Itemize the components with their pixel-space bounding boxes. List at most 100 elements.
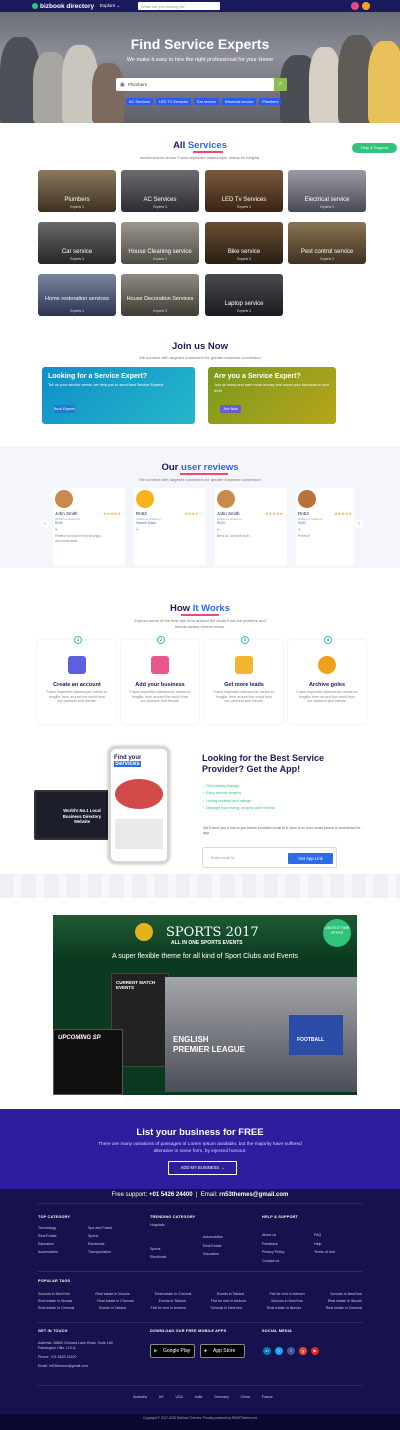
avatar [136, 490, 154, 508]
notification-icon[interactable] [351, 2, 359, 10]
how-it-works-subtitle: Explore some of the best tips from aroun… [134, 618, 266, 629]
join-now-button[interactable]: Join Now [220, 405, 241, 413]
cta-text: There are many variations of passages of… [98, 1142, 302, 1154]
review-target-link[interactable]: Samuel Dylan [136, 521, 156, 525]
title-underline [181, 614, 219, 616]
briefcase-icon: ▣ [120, 81, 125, 88]
chip-ac-services[interactable]: AC Services [126, 98, 153, 105]
explore-menu[interactable]: Explore ⌄ [100, 3, 120, 9]
hero-title: Find Service Experts [130, 36, 270, 52]
trending-col1: Hospitals Sports Electricals [150, 1223, 167, 1259]
linkedin-icon[interactable]: in [263, 1347, 271, 1355]
top-category-heading: TOP CATEGORY [38, 1215, 71, 1219]
title-underline [193, 151, 223, 153]
app-store-button[interactable]: ● App Store [200, 1344, 245, 1358]
service-card-house-decoration[interactable]: House Decoration Services Experts 3 [121, 274, 199, 316]
trending-heading: TRENDING CATEGORY [150, 1215, 196, 1219]
service-card-plumbers[interactable]: Plumbers Experts 3 [38, 170, 116, 212]
join-card-customer: Looking for a Service Expert? Tell us yo… [42, 367, 195, 424]
get-app-link-button[interactable]: Get App Link [288, 853, 333, 864]
step-title: Get more leads [224, 682, 264, 688]
join-subtitle: We connect with targeted customers for g… [139, 355, 261, 360]
rating-stars: ★★★★★ [265, 511, 283, 516]
review-card: John Smith ★★★★★ Written a review to Rn5… [53, 488, 125, 565]
footer: Free support: +01 5426 24400 | Email: rn… [0, 1189, 400, 1430]
arrow-icon: › [203, 798, 205, 803]
step-number: 1 [74, 636, 82, 644]
chip-plumbers[interactable]: Plumbers [259, 98, 282, 105]
step-title: Add your business [135, 682, 185, 688]
header-search-input[interactable]: What are you looking for? [138, 2, 220, 10]
avatar [55, 490, 73, 508]
logo[interactable]: bizbook directory [32, 2, 94, 10]
sports-theme-ad[interactable]: SPORTS 2017 ALL IN ONE SPORTS EVENTS A s… [53, 915, 357, 1095]
chip-electrical-service[interactable]: Electrical service [221, 98, 257, 105]
service-card-house-cleaning[interactable]: House Cleaning service Experts 3 [121, 222, 199, 264]
country-links: Australia UK USA India Germany China France [133, 1395, 273, 1399]
service-card-car-service[interactable]: Car service Experts 3 [38, 222, 116, 264]
logo-icon [32, 3, 38, 9]
google-play-button[interactable]: ▶ Google Play [150, 1344, 195, 1358]
service-card-ac-services[interactable]: AC Services Experts 3 [121, 170, 199, 212]
reviewer-name: John Smith [55, 511, 78, 516]
chip-car-service[interactable]: Car service [193, 98, 219, 105]
step-number: 2 [157, 636, 165, 644]
service-card-pest-control[interactable]: Pest control service Experts 3 [288, 222, 366, 264]
review-target-link[interactable]: Rn53 [217, 521, 225, 525]
review-text: Perfect! [298, 534, 311, 538]
review-target-link[interactable]: Rn53 [55, 521, 63, 525]
city-skyline-decoration [0, 874, 400, 898]
facebook-icon[interactable]: f [287, 1347, 295, 1355]
next-arrow-icon[interactable]: › [355, 520, 363, 528]
chip-led-tv-services[interactable]: LED TV Services [155, 98, 191, 105]
service-card-laptop-service[interactable]: Laptop service Experts 3 [205, 274, 283, 316]
apps-heading: DOWNLOAD OUR FREE MOBILE APPS [150, 1329, 227, 1333]
quote-icon: ❝ [136, 528, 139, 534]
service-card-electrical-service[interactable]: Electrical service Experts 3 [288, 170, 366, 212]
store-icon [151, 656, 169, 674]
join-title: Join us Now [172, 341, 228, 352]
top-category-col1: Technology Real Estate Education Automobile… [38, 1226, 58, 1254]
arrow-icon: › [203, 791, 205, 796]
arrow-icon: › [203, 784, 205, 788]
food-image [115, 779, 163, 809]
search-button[interactable]: ⌕ [274, 78, 287, 91]
screen-mockup-bottom: UPCOMING SP [53, 1029, 123, 1095]
service-card-home-restoration[interactable]: Home restoration services Experts 3 [38, 274, 116, 316]
user-avatar[interactable] [362, 2, 370, 10]
cta-title: List your business for FREE [136, 1127, 264, 1138]
banner-tagline: A super flexible theme for all kind of S… [112, 953, 298, 960]
prev-arrow-icon[interactable]: ‹ [41, 520, 49, 528]
youtube-icon[interactable]: ▶ [311, 1347, 319, 1355]
phone-mockup: Find your Services [108, 746, 170, 864]
join-customer-title: Looking for a Service Expert? [48, 373, 148, 380]
hero-banner [0, 12, 400, 123]
review-text: Best AC service ever... [217, 534, 253, 538]
help-col1: About us Feedback Privacy Policy Contact us [262, 1233, 285, 1263]
reviewer-name: Rn53 [136, 511, 147, 516]
hero-search-input[interactable]: ▣ Plumbers ⌕ [116, 78, 287, 91]
hero-subtitle: We make it easy to hire the right profes… [126, 57, 274, 63]
app-title: Looking for the Best Service Provider? G… [202, 753, 325, 774]
help-support-button[interactable]: Help & Support [352, 143, 397, 153]
service-card-bike-service[interactable]: Bike service Experts 3 [205, 222, 283, 264]
email-input[interactable]: Enter email id [211, 856, 234, 860]
step-card: 1 Create an account Fusce imperdiet ulla… [38, 636, 116, 724]
add-my-business-button[interactable]: ADD MY BUSINESS → [168, 1161, 237, 1175]
user-icon [68, 656, 86, 674]
step-title: Archive goles [308, 682, 346, 688]
twitter-icon[interactable]: t [275, 1347, 283, 1355]
phone-listings [115, 819, 163, 849]
contact-info: Address: 28800 Orchard Lake Road, Suite … [38, 1341, 113, 1368]
review-card: John Smith ★★★★★ Written a review to Rn5… [215, 488, 287, 565]
help-heading: HELP & SUPPORT [262, 1215, 299, 1219]
step-text: Fusce imperdiet ullamcorper metus eu fri… [129, 690, 191, 704]
arrow-icon: › [203, 805, 205, 810]
avatar [298, 490, 316, 508]
googleplus-icon[interactable]: g [299, 1347, 307, 1355]
service-card-led-tv-services[interactable]: LED Tv Services Experts 3 [205, 170, 283, 212]
book-experts-button[interactable]: Book Experts [54, 405, 75, 413]
review-target-link[interactable]: Rn53 [298, 521, 306, 525]
review-card: Rn53 ★★★★☆ Written a review to Samuel Dy… [134, 488, 206, 565]
avatar [217, 490, 235, 508]
